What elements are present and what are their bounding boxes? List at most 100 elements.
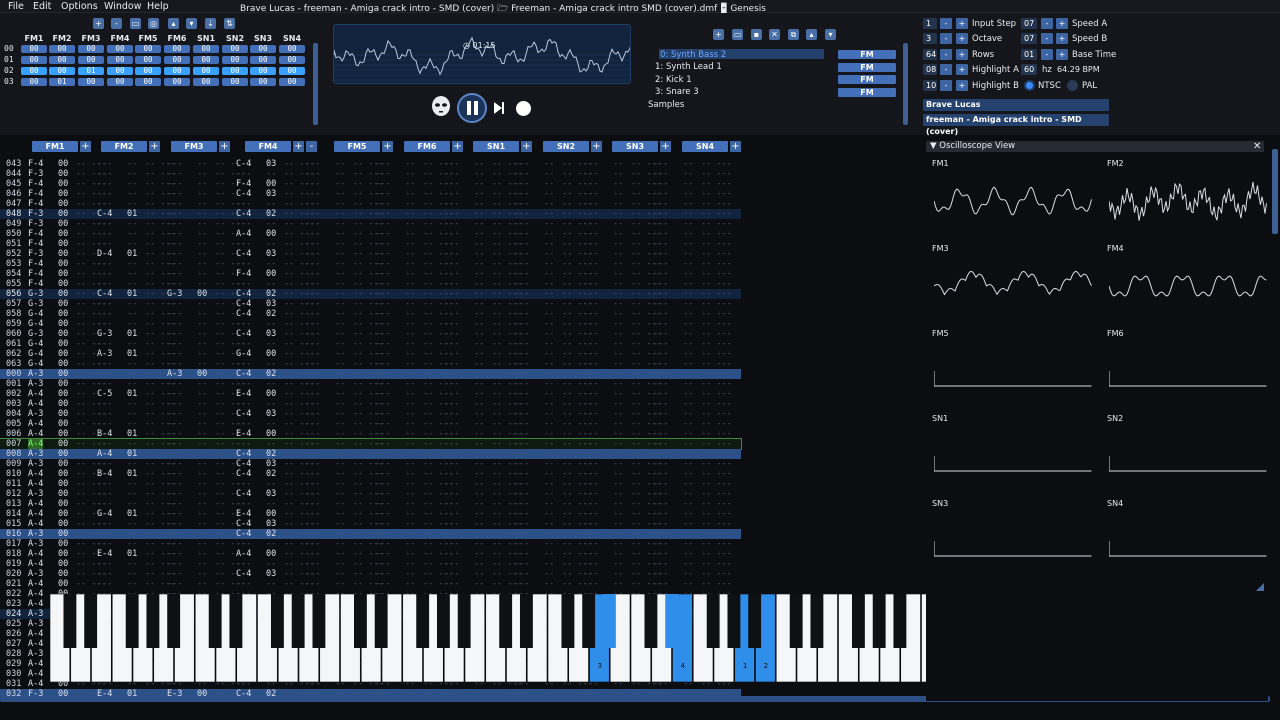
piano-black-key[interactable] bbox=[727, 594, 741, 648]
note-cell[interactable]: --- bbox=[583, 489, 598, 499]
instrument-cell[interactable]: -- bbox=[405, 209, 415, 219]
effect-cell[interactable]: -- --- bbox=[701, 529, 732, 539]
expand-channel-icon[interactable]: + bbox=[591, 141, 602, 152]
instrument-cell[interactable]: -- bbox=[197, 209, 207, 219]
instrument-cell[interactable]: -- bbox=[405, 369, 415, 379]
move-up-icon[interactable]: ▴ bbox=[168, 18, 179, 29]
instrument-cell[interactable]: 00 bbox=[58, 439, 68, 449]
note-cell[interactable]: A-4 bbox=[236, 549, 251, 559]
instrument-cell[interactable]: -- bbox=[613, 299, 623, 309]
note-cell[interactable]: --- bbox=[375, 269, 390, 279]
note-cell[interactable]: --- bbox=[444, 579, 459, 589]
instrument-cell[interactable]: -- bbox=[266, 419, 276, 429]
effect-cell[interactable]: -- --- bbox=[701, 569, 732, 579]
instrument-cell[interactable]: -- bbox=[335, 229, 345, 239]
instrument-cell[interactable]: 01 bbox=[127, 449, 137, 459]
instrument-cell[interactable]: -- bbox=[474, 389, 484, 399]
instrument-cell[interactable]: -- bbox=[335, 509, 345, 519]
note-cell[interactable]: --- bbox=[583, 329, 598, 339]
note-cell[interactable]: --- bbox=[583, 409, 598, 419]
instrument-cell[interactable]: -- bbox=[197, 299, 207, 309]
order-cell[interactable]: 00 bbox=[164, 56, 190, 64]
note-cell[interactable]: C-4 bbox=[97, 289, 112, 299]
note-cell[interactable]: --- bbox=[167, 459, 182, 469]
rows-minus[interactable]: - bbox=[940, 49, 952, 60]
note-cell[interactable]: --- bbox=[236, 579, 251, 589]
pattern-row[interactable]: 015 A-4 00 -- --- --- -- -- --- --- -- -- ---… bbox=[0, 519, 741, 529]
note-cell[interactable]: F-4 bbox=[28, 189, 43, 199]
order-cell[interactable]: 00 bbox=[279, 56, 305, 64]
instrument-cell[interactable]: 00 bbox=[58, 269, 68, 279]
note-cell[interactable]: --- bbox=[305, 529, 320, 539]
note-cell[interactable]: --- bbox=[653, 209, 668, 219]
instrument-cell[interactable]: -- bbox=[405, 519, 415, 529]
instrument-cell[interactable]: -- bbox=[544, 269, 554, 279]
note-cell[interactable]: --- bbox=[375, 199, 390, 209]
instrument-cell[interactable]: -- bbox=[683, 569, 693, 579]
instrument-cell[interactable]: -- bbox=[544, 159, 554, 169]
note-cell[interactable]: --- bbox=[97, 379, 112, 389]
effect-cell[interactable]: -- --- bbox=[701, 539, 732, 549]
instrument-cell[interactable]: -- bbox=[197, 569, 207, 579]
instrument-cell[interactable]: 01 bbox=[127, 289, 137, 299]
effect-cell[interactable]: -- --- bbox=[701, 359, 732, 369]
instrument-cell[interactable]: -- bbox=[474, 449, 484, 459]
note-cell[interactable]: --- bbox=[444, 449, 459, 459]
instrument-cell[interactable]: -- bbox=[127, 159, 137, 169]
note-cell[interactable]: --- bbox=[653, 379, 668, 389]
note-cell[interactable]: --- bbox=[583, 209, 598, 219]
note-cell[interactable]: --- bbox=[167, 409, 182, 419]
note-cell[interactable]: --- bbox=[375, 449, 390, 459]
instrument-cell[interactable]: -- bbox=[683, 359, 693, 369]
effect-cell[interactable]: -- --- bbox=[701, 489, 732, 499]
note-cell[interactable]: --- bbox=[305, 329, 320, 339]
note-cell[interactable]: --- bbox=[167, 559, 182, 569]
order-cell[interactable]: 00 bbox=[193, 56, 219, 64]
order-cell[interactable]: 00 bbox=[78, 45, 104, 53]
effect-cell[interactable]: -- --- bbox=[701, 209, 732, 219]
note-cell[interactable]: G-4 bbox=[236, 349, 251, 359]
note-cell[interactable]: --- bbox=[97, 189, 112, 199]
note-cell[interactable]: --- bbox=[236, 479, 251, 489]
instrument-cell[interactable]: -- bbox=[197, 429, 207, 439]
note-cell[interactable]: --- bbox=[583, 339, 598, 349]
instrument-cell[interactable]: -- bbox=[544, 379, 554, 389]
order-cell[interactable]: 00 bbox=[135, 45, 161, 53]
instrument-cell[interactable]: -- bbox=[683, 439, 693, 449]
note-cell[interactable]: --- bbox=[514, 379, 529, 389]
instrument-cell[interactable]: -- bbox=[405, 259, 415, 269]
note-cell[interactable]: --- bbox=[305, 229, 320, 239]
effect-cell[interactable]: -- --- bbox=[701, 159, 732, 169]
note-cell[interactable]: --- bbox=[514, 239, 529, 249]
instrument-cell[interactable]: -- bbox=[474, 489, 484, 499]
note-cell[interactable]: --- bbox=[653, 229, 668, 239]
note-cell[interactable]: --- bbox=[514, 169, 529, 179]
pattern-row[interactable]: 017 A-3 00 -- --- --- -- -- --- --- -- -- ---… bbox=[0, 539, 741, 549]
note-cell[interactable]: --- bbox=[444, 489, 459, 499]
note-cell[interactable]: --- bbox=[444, 499, 459, 509]
note-cell[interactable]: --- bbox=[514, 229, 529, 239]
note-cell[interactable]: --- bbox=[444, 539, 459, 549]
note-cell[interactable]: --- bbox=[444, 439, 459, 449]
instrument-cell[interactable]: -- bbox=[544, 449, 554, 459]
instrument-cell[interactable]: -- bbox=[683, 169, 693, 179]
effect-cell[interactable]: -- --- bbox=[701, 419, 732, 429]
instrument-cell[interactable]: -- bbox=[405, 169, 415, 179]
note-cell[interactable]: --- bbox=[514, 309, 529, 319]
note-cell[interactable]: A-3 bbox=[28, 539, 43, 549]
instrument-cell[interactable]: -- bbox=[197, 269, 207, 279]
instrument-cell[interactable]: -- bbox=[544, 239, 554, 249]
instrument-cell[interactable]: -- bbox=[544, 179, 554, 189]
note-cell[interactable]: --- bbox=[97, 219, 112, 229]
note-cell[interactable]: --- bbox=[375, 409, 390, 419]
note-cell[interactable]: --- bbox=[514, 519, 529, 529]
note-cell[interactable]: --- bbox=[97, 279, 112, 289]
note-cell[interactable]: --- bbox=[583, 319, 598, 329]
note-cell[interactable]: --- bbox=[653, 489, 668, 499]
instrument-cell[interactable]: -- bbox=[335, 199, 345, 209]
instrument-item[interactable]: 2: Kick 1 bbox=[655, 75, 692, 85]
expand-channel-icon[interactable]: + bbox=[660, 141, 671, 152]
instrument-cell[interactable]: -- bbox=[544, 579, 554, 589]
note-cell[interactable]: G-4 bbox=[28, 309, 43, 319]
note-cell[interactable]: --- bbox=[444, 419, 459, 429]
